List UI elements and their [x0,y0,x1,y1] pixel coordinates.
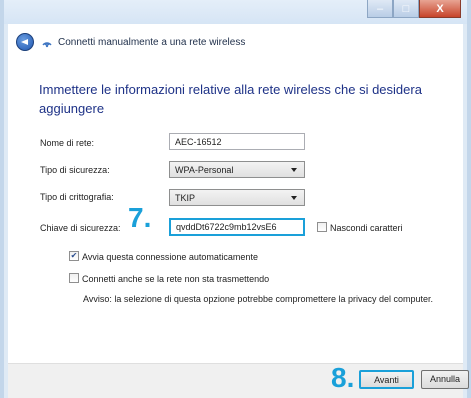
dialog-header: Connetti manualmente a una rete wireless [8,24,463,60]
security-type-value: WPA-Personal [175,165,234,175]
back-arrow-icon[interactable] [16,33,34,51]
maximize-icon: □ [402,2,410,15]
dialog-window: ‒ □ X Connetti manualmente a una rete wi… [0,0,471,398]
cancel-button[interactable]: Annulla [421,370,469,389]
connect-hidden-checkbox[interactable] [69,273,79,283]
encryption-type-label: Tipo di crittografia: [40,192,114,202]
security-key-label: Chiave di sicurezza: [40,223,121,233]
security-type-label: Tipo di sicurezza: [40,165,110,175]
window-controls: ‒ □ X [367,0,461,18]
chevron-down-icon [291,168,297,172]
auto-connect-checkbox[interactable]: ✔ [69,251,79,261]
chevron-down-icon [291,196,297,200]
close-icon: X [436,2,444,15]
maximize-button[interactable]: □ [393,0,419,18]
title-bar: ‒ □ X [4,0,467,24]
minimize-button[interactable]: ‒ [367,0,393,18]
encryption-type-value: TKIP [175,193,196,203]
auto-connect-label: Avvia questa connessione automaticamente [82,252,258,262]
step-8-annotation: 8. [331,362,355,393]
encryption-type-select[interactable]: TKIP [169,189,305,206]
step-7-annotation: 7. [128,202,152,233]
network-name-label: Nome di rete: [40,138,95,148]
security-key-field[interactable] [169,218,305,236]
security-type-select[interactable]: WPA-Personal [169,161,305,178]
dialog-title: Connetti manualmente a una rete wireless [58,37,246,48]
minimize-icon: ‒ [376,2,384,15]
next-button[interactable]: Avanti [359,370,414,389]
button-bar: 8. Avanti Annulla [8,362,469,398]
network-name-field[interactable] [169,133,305,150]
privacy-warning: Avviso: la selezione di questa opzione p… [83,294,434,304]
wireless-network-icon [42,42,52,48]
close-button[interactable]: X [419,0,461,18]
dialog-content: Immettere le informazioni relative alla … [8,60,463,364]
hide-characters-checkbox[interactable] [317,222,327,232]
connect-hidden-label: Connetti anche se la rete non sta trasme… [82,274,270,284]
page-heading: Immettere le informazioni relative alla … [39,82,422,116]
hide-characters-label: Nascondi caratteri [330,223,403,233]
